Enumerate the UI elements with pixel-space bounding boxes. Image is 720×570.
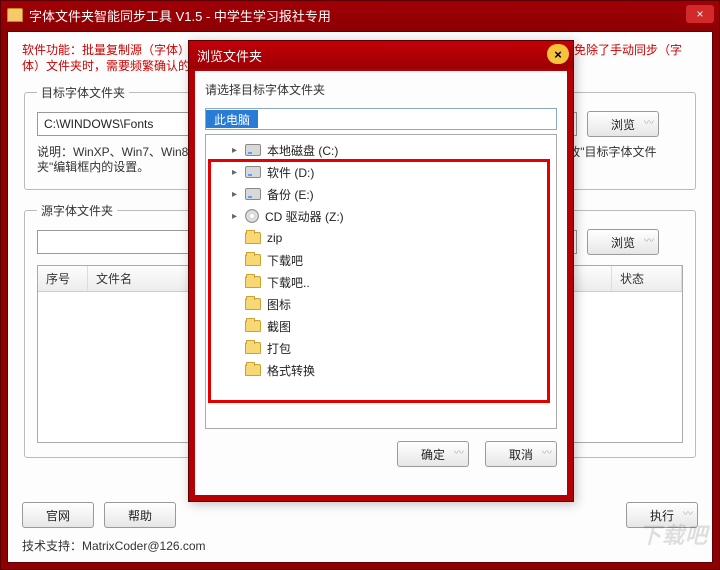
tree-item[interactable]: 格式转换	[208, 359, 554, 381]
dialog-body: 请选择目标字体文件夹 此电脑 ▸ 本地磁盘 (C:) ▸ 软件 (D:) ▸ 备份 (E:…	[195, 71, 567, 495]
dialog-instruction: 请选择目标字体文件夹	[205, 81, 557, 98]
tree-item-label: 下载吧..	[267, 274, 310, 291]
path-chip[interactable]: 此电脑	[206, 110, 258, 128]
dialog-button-row: 确定〰 取消〰	[205, 441, 557, 467]
folder-icon	[245, 298, 261, 310]
dialog-titlebar[interactable]: 浏览文件夹 ×	[189, 41, 573, 69]
tree-item[interactable]: 下载吧	[208, 249, 554, 271]
flourish-icon: 〰	[683, 505, 693, 520]
close-icon: ×	[554, 47, 562, 62]
bottom-bar: 官网 帮助 执行〰	[22, 502, 698, 528]
folder-icon	[245, 364, 261, 376]
tree-item-label: CD 驱动器 (Z:)	[265, 208, 344, 225]
main-titlebar[interactable]: 字体文件夹智能同步工具 V1.5 - 中学生学习报社专用 ×	[1, 1, 719, 29]
tree-item[interactable]: zip	[208, 227, 554, 249]
tree-item-label: 截图	[267, 318, 291, 335]
chevron-right-icon: ▸	[230, 167, 239, 178]
cancel-label: 取消	[509, 446, 533, 463]
tree-item[interactable]: 截图	[208, 315, 554, 337]
folder-icon	[245, 232, 261, 244]
browse-label: 浏览	[611, 116, 635, 133]
tree-item-label: 下载吧	[267, 252, 303, 269]
source-legend: 源字体文件夹	[37, 202, 117, 219]
flourish-icon: 〰	[644, 114, 654, 129]
tree-item-label: 软件 (D:)	[267, 164, 314, 181]
folder-icon	[245, 342, 261, 354]
help-button[interactable]: 帮助	[104, 502, 176, 528]
help-label: 帮助	[128, 507, 152, 524]
target-browse-button[interactable]: 浏览〰	[587, 111, 659, 137]
flourish-icon: 〰	[644, 232, 654, 247]
browse-label: 浏览	[611, 234, 635, 251]
chevron-right-icon: ▸	[230, 189, 239, 200]
folder-icon	[7, 8, 23, 22]
tree-item[interactable]: 下载吧..	[208, 271, 554, 293]
tree-item[interactable]: ▸ 本地磁盘 (C:)	[208, 139, 554, 161]
dialog-close-button[interactable]: ×	[547, 44, 569, 64]
cancel-button[interactable]: 取消〰	[485, 441, 557, 467]
flourish-icon: 〰	[454, 444, 464, 459]
tree-item-label: 备份 (E:)	[267, 186, 314, 203]
folder-tree[interactable]: ▸ 本地磁盘 (C:) ▸ 软件 (D:) ▸ 备份 (E:) ▸ CD 驱动器 (Z:) zi…	[205, 134, 557, 429]
tree-item[interactable]: ▸ CD 驱动器 (Z:)	[208, 205, 554, 227]
website-label: 官网	[46, 507, 70, 524]
website-button[interactable]: 官网	[22, 502, 94, 528]
tree-item-label: 打包	[267, 340, 291, 357]
run-label: 执行	[650, 507, 674, 524]
tree-item-label: zip	[267, 231, 282, 245]
browse-dialog: 浏览文件夹 × 请选择目标字体文件夹 此电脑 ▸ 本地磁盘 (C:) ▸ 软件 (D:…	[188, 40, 574, 502]
ok-label: 确定	[421, 446, 445, 463]
col-status: 状态	[612, 266, 682, 291]
folder-icon	[245, 254, 261, 266]
chevron-right-icon: ▸	[230, 211, 239, 222]
tree-item[interactable]: 打包	[208, 337, 554, 359]
cd-icon	[245, 209, 259, 223]
tree-item-label: 格式转换	[267, 362, 315, 379]
target-legend: 目标字体文件夹	[37, 84, 129, 101]
drive-icon	[245, 144, 261, 156]
close-icon: ×	[696, 7, 703, 21]
chevron-right-icon: ▸	[230, 145, 239, 156]
dialog-title: 浏览文件夹	[197, 46, 262, 65]
tree-item[interactable]: ▸ 备份 (E:)	[208, 183, 554, 205]
path-chip-label: 此电脑	[214, 111, 250, 128]
drive-icon	[245, 166, 261, 178]
flourish-icon: 〰	[542, 444, 552, 459]
drive-icon	[245, 188, 261, 200]
main-title: 字体文件夹智能同步工具 V1.5 - 中学生学习报社专用	[29, 6, 331, 25]
main-close-button[interactable]: ×	[685, 4, 715, 24]
tree-item-label: 本地磁盘 (C:)	[267, 142, 338, 159]
tree-item-label: 图标	[267, 296, 291, 313]
tree-item[interactable]: ▸ 软件 (D:)	[208, 161, 554, 183]
path-bar[interactable]: 此电脑	[205, 108, 557, 130]
ok-button[interactable]: 确定〰	[397, 441, 469, 467]
source-browse-button[interactable]: 浏览〰	[587, 229, 659, 255]
tree-item[interactable]: 图标	[208, 293, 554, 315]
run-button[interactable]: 执行〰	[626, 502, 698, 528]
col-index: 序号	[38, 266, 88, 291]
target-path-value: C:\WINDOWS\Fonts	[44, 117, 153, 131]
folder-icon	[245, 320, 261, 332]
folder-icon	[245, 276, 261, 288]
support-text: 技术支持：MatrixCoder@126.com	[22, 537, 206, 554]
